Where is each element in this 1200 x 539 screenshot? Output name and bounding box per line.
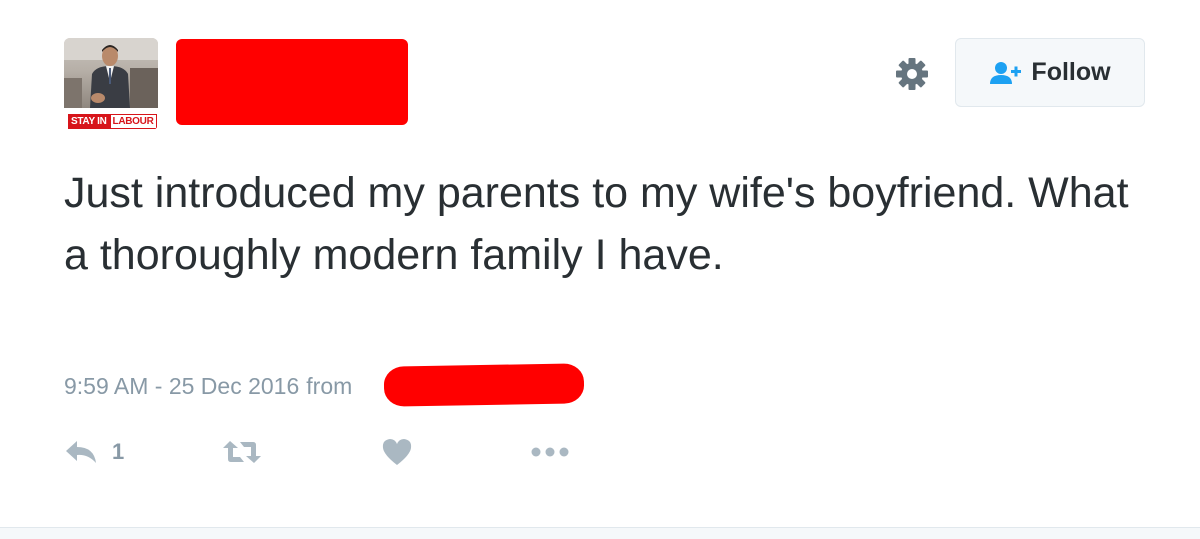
add-user-icon — [990, 61, 1022, 84]
tweet-source-link[interactable] — [358, 373, 364, 400]
avatar-badge-left: STAY IN — [68, 113, 110, 129]
more-button[interactable] — [530, 436, 570, 468]
avatar-photo — [64, 38, 158, 108]
redacted-username — [176, 39, 408, 125]
tweet-meta: 9:59 AM - 25 Dec 2016 from — [64, 371, 365, 401]
redacted-source — [383, 363, 585, 407]
follow-button[interactable]: Follow — [955, 38, 1145, 107]
gear-icon[interactable] — [894, 56, 930, 92]
tweet-from-label: from — [306, 372, 353, 399]
tweet-text: Just introduced my parents to my wife's … — [64, 169, 1129, 279]
retweet-icon — [223, 441, 261, 463]
tweet-timestamp[interactable]: 9:59 AM - 25 Dec 2016 — [64, 373, 299, 400]
avatar-badge-right: LABOUR — [109, 113, 157, 129]
retweet-button[interactable] — [222, 436, 262, 468]
reply-count: 1 — [112, 439, 125, 464]
reply-button[interactable]: 1 — [64, 436, 124, 468]
like-button[interactable] — [382, 436, 412, 468]
avatar[interactable]: STAY IN LABOUR — [64, 38, 158, 130]
avatar-badge: STAY IN LABOUR — [68, 113, 157, 129]
heart-icon — [382, 439, 412, 465]
follow-label: Follow — [1031, 58, 1111, 86]
more-dots-icon — [531, 447, 569, 457]
reply-icon — [66, 441, 96, 463]
bottom-divider — [0, 527, 1200, 539]
